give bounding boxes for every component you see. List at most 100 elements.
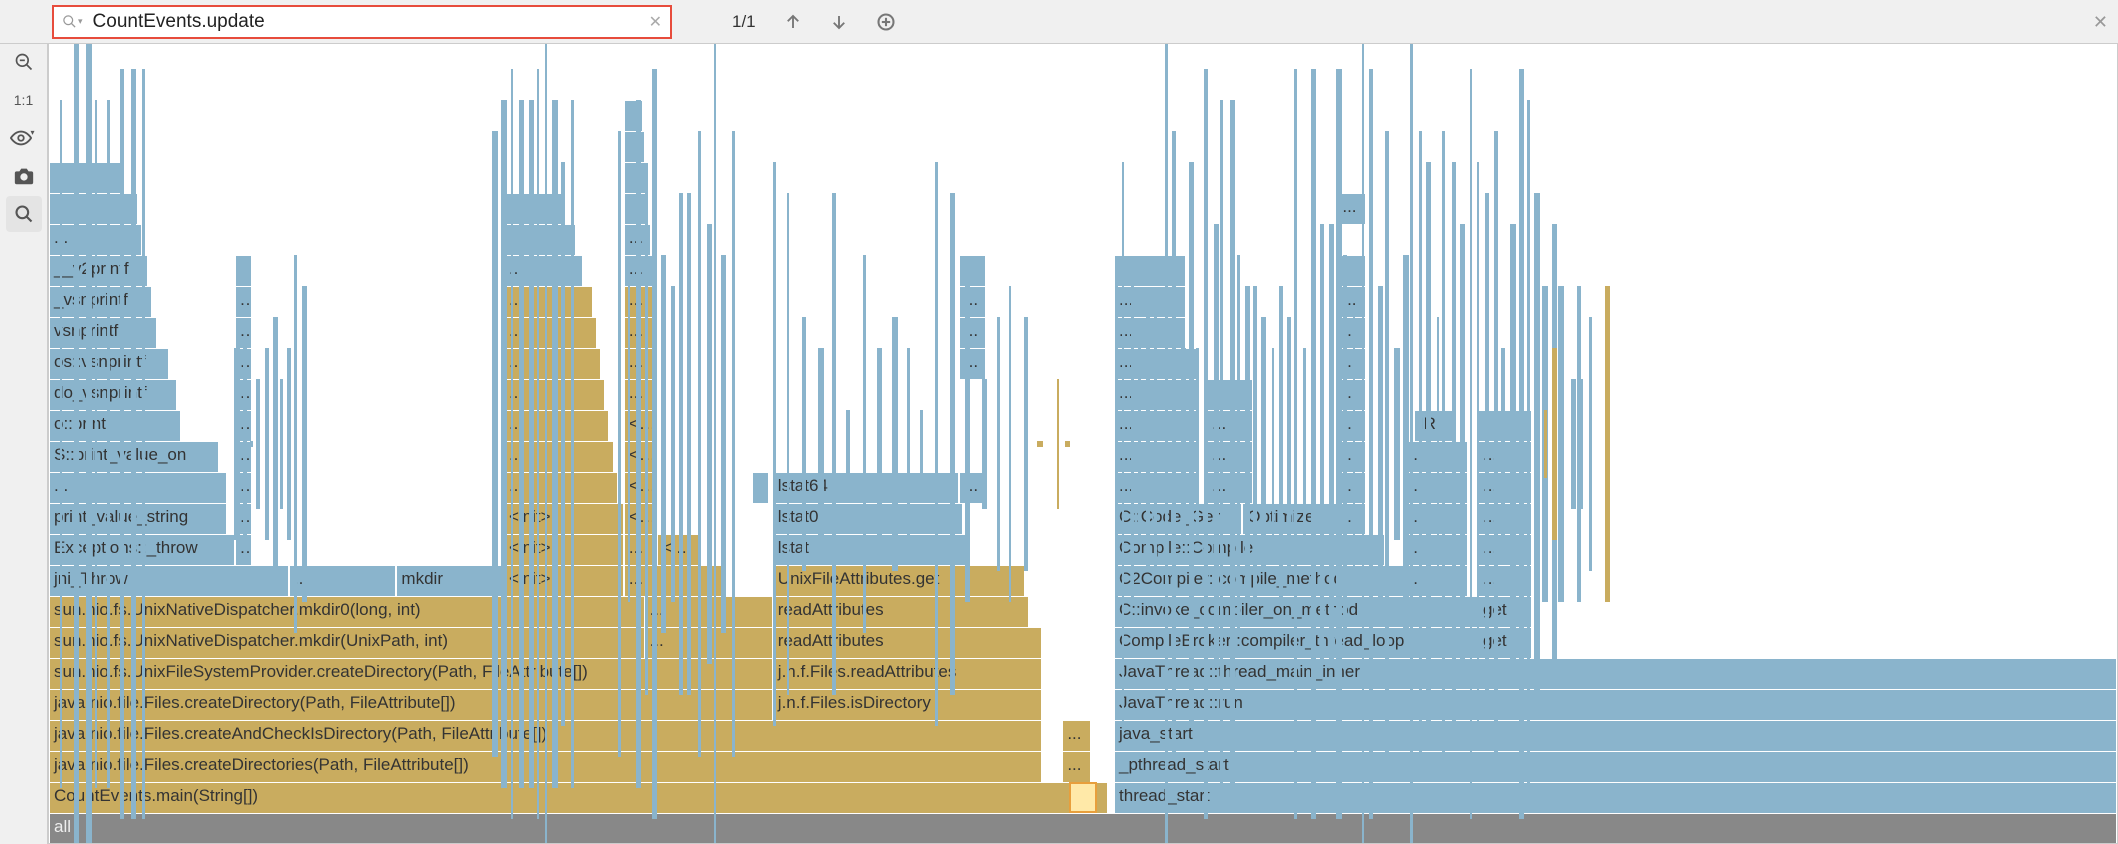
- flame-frame[interactable]: j.n.f.Files.isDirectory: [773, 689, 1042, 720]
- flame-frame[interactable]: UnixFileAttributes.get: [773, 565, 1025, 596]
- flame-spike: [1065, 441, 1070, 447]
- flame-spike: [618, 131, 620, 757]
- flame-spike: [1165, 44, 1169, 844]
- flame-spike: [1452, 162, 1456, 726]
- flame-spike: [1485, 193, 1490, 695]
- flame-spike: [1287, 317, 1291, 571]
- flame-spike: [1442, 131, 1445, 757]
- clear-search-icon[interactable]: ✕: [649, 12, 662, 32]
- flame-frame[interactable]: ...: [235, 286, 252, 317]
- zoom-out-icon[interactable]: [6, 44, 42, 80]
- side-toolbar: 1:1 ▾: [0, 0, 48, 844]
- flame-spike: [501, 100, 507, 788]
- flame-frame[interactable]: j.n.f.Files.readAttributes: [773, 658, 1042, 689]
- flame-spike: [529, 100, 534, 788]
- flame-frame-root[interactable]: all: [49, 813, 2117, 844]
- flame-frame[interactable]: [752, 472, 769, 503]
- flame-frame[interactable]: vsnprintf: [49, 317, 157, 348]
- flame-spike: [1272, 348, 1274, 540]
- flame-spike: [787, 193, 789, 695]
- flame-frame[interactable]: [504, 224, 576, 255]
- flame-frame[interactable]: ...: [504, 286, 593, 317]
- flame-spike: [661, 255, 666, 633]
- flame-spike: [545, 44, 547, 844]
- flame-spike: [1410, 44, 1413, 844]
- close-search-icon[interactable]: ✕: [2093, 12, 2108, 33]
- search-box: ▾ ✕: [52, 5, 672, 39]
- flame-frame[interactable]: [235, 255, 252, 286]
- flame-spike: [1343, 255, 1347, 633]
- flame-frame[interactable]: [49, 193, 138, 224]
- flame-frame[interactable]: JavaThread::run: [1114, 689, 2117, 720]
- match-count: 1/1: [732, 12, 756, 32]
- flame-frame[interactable]: readAttributes: [773, 596, 1029, 627]
- flame-frame[interactable]: mkdir: [396, 565, 504, 596]
- flame-spike: [537, 69, 539, 819]
- flame-frame[interactable]: ...: [959, 317, 986, 348]
- flame-spike: [1419, 131, 1422, 757]
- flame-spike: [1057, 379, 1059, 509]
- flame-spike: [120, 69, 125, 819]
- flame-frame[interactable]: [624, 131, 645, 162]
- flame-spike: [1571, 379, 1576, 509]
- flame-spike: [1196, 348, 1199, 540]
- flame-spike: [1154, 317, 1157, 571]
- camera-icon[interactable]: [6, 158, 42, 194]
- flame-frame[interactable]: sun.nio.fs.UnixFileSystemProvider.create…: [49, 658, 773, 689]
- magnifier-icon: ▾: [62, 14, 83, 29]
- flame-spike: [950, 193, 955, 695]
- flame-frame[interactable]: CountEvents.main(String[]): [49, 782, 1108, 813]
- flame-frame[interactable]: _vsnprintf: [49, 286, 152, 317]
- flame-spike: [1172, 131, 1177, 757]
- eye-icon[interactable]: ▾: [6, 120, 42, 156]
- flame-spike: [60, 100, 62, 788]
- flame-spike: [1385, 131, 1390, 757]
- search-input[interactable]: [91, 10, 649, 34]
- flame-spike: [1181, 348, 1186, 540]
- flame-frame[interactable]: ...: [1062, 720, 1091, 751]
- flame-frame[interactable]: o::print: [49, 410, 181, 441]
- flame-frame[interactable]: C2Compiler::compile_method: [1114, 565, 1404, 596]
- prev-match-icon[interactable]: [784, 13, 802, 31]
- flame-spike: [1353, 317, 1355, 571]
- flame-spike: [1279, 286, 1283, 602]
- flame-spike: [652, 69, 657, 819]
- flame-spike: [687, 193, 691, 695]
- flame-spike: [95, 100, 97, 788]
- flame-spike: [1544, 410, 1547, 478]
- flamegraph[interactable]: allCountEvents.main(String[])thread_star…: [48, 44, 2118, 844]
- flame-spike: [265, 348, 269, 540]
- flame-frame[interactable]: [1069, 782, 1098, 813]
- flame-spike: [1605, 286, 1610, 602]
- flame-spike: [250, 441, 253, 447]
- flame-spike: [571, 100, 574, 788]
- flame-spike: [1470, 69, 1472, 819]
- flame-spike: [721, 255, 725, 633]
- flame-frame[interactable]: thread_start: [1114, 782, 2117, 813]
- flame-spike: [1494, 131, 1499, 757]
- next-match-icon[interactable]: [830, 13, 848, 31]
- flame-frame[interactable]: ...: [235, 317, 252, 348]
- zoom-reset-button[interactable]: 1:1: [6, 82, 42, 118]
- flame-frame[interactable]: [959, 255, 986, 286]
- flame-frame[interactable]: do_vsnprintf: [49, 379, 177, 410]
- flame-spike: [1115, 286, 1118, 602]
- flame-frame[interactable]: _pthread_start: [1114, 751, 2117, 782]
- flame-frame[interactable]: JavaThread::thread_main_inner: [1114, 658, 2117, 689]
- flame-spike: [273, 317, 278, 571]
- flame-frame[interactable]: ...: [504, 317, 597, 348]
- search-tool-icon[interactable]: [6, 196, 42, 232]
- flame-spike: [1220, 100, 1223, 788]
- flame-frame[interactable]: ...: [1062, 751, 1091, 782]
- add-target-icon[interactable]: [876, 12, 896, 32]
- flame-spike: [1122, 162, 1124, 726]
- flame-spike: [1237, 255, 1240, 633]
- flame-frame[interactable]: readAttributes: [773, 627, 1042, 658]
- flame-frame[interactable]: java_start: [1114, 720, 2117, 751]
- flame-frame[interactable]: ...: [959, 286, 986, 317]
- flame-frame[interactable]: ...: [959, 348, 986, 379]
- flame-frame[interactable]: java.nio.file.Files.createDirectory(Path…: [49, 689, 773, 720]
- flame-spike: [287, 348, 291, 540]
- flame-spike: [698, 131, 702, 757]
- flame-spike: [997, 317, 1001, 571]
